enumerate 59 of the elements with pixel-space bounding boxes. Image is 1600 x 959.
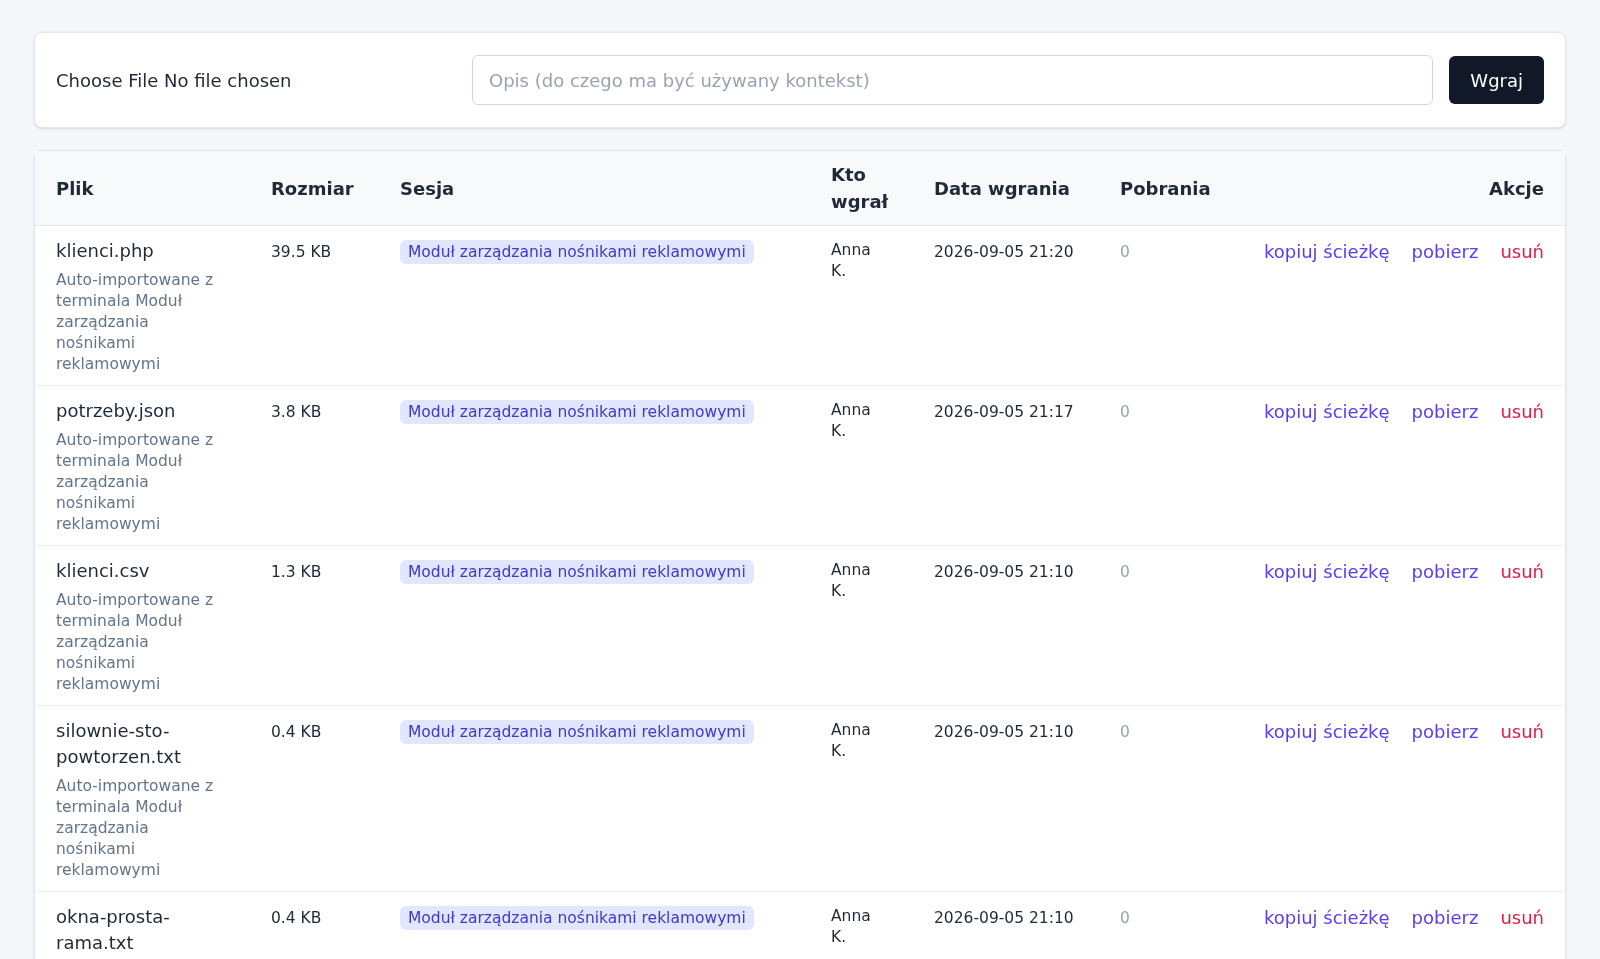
file-name: klienci.csv bbox=[56, 559, 151, 583]
copy-path-link[interactable]: kopiuj ścieżkę bbox=[1263, 241, 1390, 262]
download-link[interactable]: pobierz bbox=[1411, 907, 1479, 928]
upload-date: 2026-09-05 21:10 bbox=[934, 563, 1074, 581]
file-name: silownie-sto-powtorzen.txt bbox=[56, 719, 183, 769]
session-tag: Moduł zarządzania nośnikami reklamowymi bbox=[400, 400, 754, 424]
copy-path-link[interactable]: kopiuj ścieżkę bbox=[1263, 561, 1390, 582]
file-size: 0.4 KB bbox=[271, 909, 322, 927]
session-tag: Moduł zarządzania nośnikami reklamowymi bbox=[400, 240, 754, 264]
delete-link[interactable]: usuń bbox=[1500, 561, 1544, 582]
copy-path-link[interactable]: kopiuj ścieżkę bbox=[1263, 401, 1390, 422]
column-header: Plik bbox=[56, 177, 94, 199]
download-count: 0 bbox=[1120, 723, 1130, 741]
uploader-name: Anna K. bbox=[831, 560, 872, 602]
file-input-label[interactable]: Choose File No file chosen bbox=[56, 66, 456, 94]
upload-date: 2026-09-05 21:10 bbox=[934, 723, 1074, 741]
column-header: Sesja bbox=[400, 177, 455, 199]
uploader-name: Anna K. bbox=[831, 906, 872, 948]
file-size: 0.4 KB bbox=[271, 723, 322, 741]
session-tag: Moduł zarządzania nośnikami reklamowymi bbox=[400, 720, 754, 744]
delete-link[interactable]: usuń bbox=[1500, 907, 1544, 928]
delete-link[interactable]: usuń bbox=[1500, 241, 1544, 262]
session-tag: Moduł zarządzania nośnikami reklamowymi bbox=[400, 560, 754, 584]
download-link[interactable]: pobierz bbox=[1411, 721, 1479, 742]
file-name: klienci.php bbox=[56, 239, 155, 263]
upload-date: 2026-09-05 21:17 bbox=[934, 403, 1074, 421]
upload-date: 2026-09-05 21:20 bbox=[934, 243, 1074, 261]
upload-date: 2026-09-05 21:10 bbox=[934, 909, 1074, 927]
column-header: Pobrania bbox=[1120, 177, 1211, 199]
download-count: 0 bbox=[1120, 909, 1130, 927]
delete-link[interactable]: usuń bbox=[1500, 401, 1544, 422]
uploader-name: Anna K. bbox=[831, 720, 872, 762]
file-name: okna-prosta-rama.txt bbox=[56, 905, 171, 955]
column-header: Data wgrania bbox=[934, 177, 1070, 199]
download-count: 0 bbox=[1120, 403, 1130, 421]
file-name: potrzeby.json bbox=[56, 399, 177, 423]
column-header: Rozmiar bbox=[271, 177, 354, 199]
file-description: Auto-importowane z terminala Moduł zarządzania nośnikami reklamowymi bbox=[56, 270, 215, 375]
file-size: 3.8 KB bbox=[271, 403, 322, 421]
download-count: 0 bbox=[1120, 563, 1130, 581]
upload-button[interactable]: Wgraj bbox=[1449, 56, 1544, 104]
download-count: 0 bbox=[1120, 243, 1130, 261]
description-field[interactable]: Opis (do czego ma być używany kontekst) bbox=[472, 55, 1434, 105]
file-description: Auto-importowane z terminala Moduł zarządzania nośnikami reklamowymi bbox=[56, 776, 215, 881]
session-tag: Moduł zarządzania nośnikami reklamowymi bbox=[400, 906, 754, 930]
file-size: 1.3 KB bbox=[271, 563, 322, 581]
download-link[interactable]: pobierz bbox=[1411, 561, 1479, 582]
file-description: Auto-importowane z terminala Moduł zarządzania nośnikami reklamowymi bbox=[56, 590, 215, 695]
uploader-name: Anna K. bbox=[831, 240, 872, 282]
uploader-name: Anna K. bbox=[831, 400, 872, 442]
column-header: Kto wgrał bbox=[831, 164, 889, 212]
file-description: Auto-importowane z terminala Moduł zarządzania nośnikami reklamowymi bbox=[56, 430, 215, 535]
delete-link[interactable]: usuń bbox=[1500, 721, 1544, 742]
file-size: 39.5 KB bbox=[271, 243, 332, 261]
download-link[interactable]: pobierz bbox=[1411, 241, 1479, 262]
copy-path-link[interactable]: kopiuj ścieżkę bbox=[1263, 721, 1390, 742]
download-link[interactable]: pobierz bbox=[1411, 401, 1479, 422]
column-header: Akcje bbox=[1489, 177, 1544, 199]
copy-path-link[interactable]: kopiuj ścieżkę bbox=[1263, 907, 1390, 928]
